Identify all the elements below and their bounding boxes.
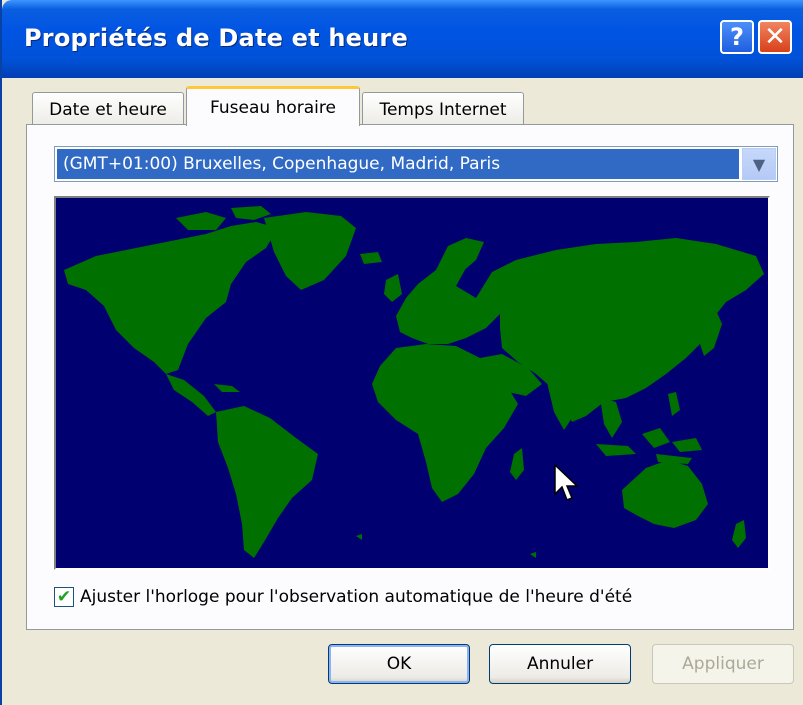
dst-option[interactable]: ✔ Ajuster l'horloge pour l'observation a… bbox=[54, 584, 632, 610]
tab-label: Fuseau horaire bbox=[210, 97, 336, 118]
help-icon: ? bbox=[730, 23, 744, 51]
tab-internet-time[interactable]: Temps Internet bbox=[362, 92, 524, 126]
close-icon: ✕ bbox=[764, 22, 786, 52]
checkmark-icon: ✔ bbox=[56, 587, 72, 607]
date-time-properties-window: Propriétés de Date et heure ? ✕ Date et … bbox=[0, 0, 803, 705]
world-map-graphic bbox=[56, 198, 768, 568]
tab-date-time[interactable]: Date et heure bbox=[32, 92, 184, 126]
tab-label: Temps Internet bbox=[379, 99, 507, 120]
tab-label: Date et heure bbox=[49, 99, 167, 120]
world-map[interactable] bbox=[54, 196, 770, 570]
time-zone-selected-value: (GMT+01:00) Bruxelles, Copenhague, Madri… bbox=[57, 149, 739, 179]
mouse-pointer-icon bbox=[554, 464, 579, 501]
ok-button[interactable]: OK bbox=[328, 644, 470, 684]
cancel-button[interactable]: Annuler bbox=[489, 644, 631, 684]
help-button[interactable]: ? bbox=[720, 20, 754, 54]
window-title: Propriétés de Date et heure bbox=[24, 24, 408, 52]
title-bar[interactable]: Propriétés de Date et heure ? ✕ bbox=[2, 0, 803, 78]
tab-time-zone[interactable]: Fuseau horaire bbox=[186, 86, 360, 126]
dst-checkbox[interactable]: ✔ bbox=[54, 587, 74, 607]
close-button[interactable]: ✕ bbox=[758, 20, 792, 54]
time-zone-dropdown[interactable]: (GMT+01:00) Bruxelles, Copenhague, Madri… bbox=[54, 146, 778, 182]
chevron-down-icon[interactable]: ▼ bbox=[742, 148, 776, 180]
dst-label[interactable]: Ajuster l'horloge pour l'observation aut… bbox=[80, 587, 632, 607]
apply-button: Appliquer bbox=[652, 644, 794, 684]
